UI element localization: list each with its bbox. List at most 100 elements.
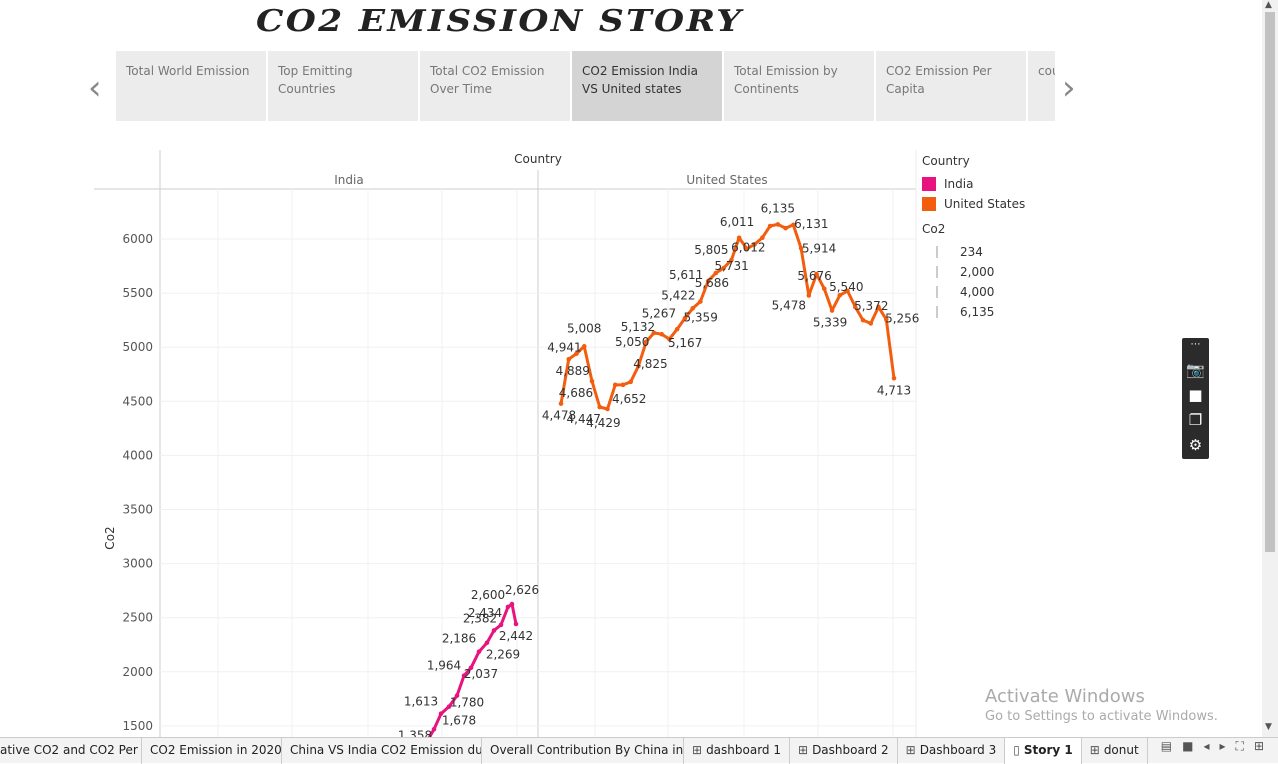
video-icon[interactable]: ■ — [1182, 383, 1209, 408]
sheet-tab-story-1[interactable]: ▯ Story 1 — [1005, 737, 1082, 764]
y-tick-label: 1500 — [122, 719, 153, 733]
story-icon: ▯ — [1013, 742, 1020, 757]
india-point — [509, 601, 515, 607]
legend-item-united-states[interactable]: United States — [922, 194, 1025, 214]
line-chart[interactable]: Country India United States 1500 2000 2500 300… — [0, 140, 920, 737]
data-label-india: 1,358 — [398, 728, 432, 737]
sheet-tab[interactable]: Overall Contribution By China in ... — [482, 737, 684, 764]
gear-icon[interactable]: ⚙ — [1182, 433, 1209, 458]
data-label-india: 2,442 — [499, 629, 533, 643]
size-legend-item: 6,135 — [960, 305, 995, 319]
united-states-point — [581, 344, 587, 349]
y-tick-label: 4500 — [122, 394, 153, 408]
legend: Country India United States Co2 234 2,00… — [922, 154, 1025, 322]
size-legend-item: 234 — [960, 245, 983, 259]
sheet-tab-dashboard-3[interactable]: ⊞ Dashboard 3 — [898, 737, 1006, 764]
data-label-us: 6,011 — [720, 215, 754, 229]
data-label-india: 2,626 — [505, 583, 539, 597]
more-icon[interactable]: ⋯ — [1182, 338, 1209, 358]
sheet-tab-dashboard-2[interactable]: ⊞ Dashboard 2 — [790, 737, 898, 764]
story-point-india-vs-us[interactable]: CO2 Emission India VS United states — [572, 51, 722, 121]
data-label-us: 5,731 — [714, 259, 748, 273]
data-label-india: 1,964 — [427, 659, 461, 673]
dashboard-icon: ⊞ — [798, 742, 809, 757]
sheet-tab[interactable]: China VS India CO2 Emission du... — [282, 737, 482, 764]
story-point-per-capita[interactable]: CO2 Emission Per Capita — [876, 51, 1026, 121]
y-tick-label: 2000 — [122, 665, 153, 679]
chevron-right-icon[interactable]: › — [1062, 68, 1076, 108]
united-states-point — [783, 225, 788, 231]
toolbox: ⋯ 📷 ■ ❐ ⚙ — [1182, 338, 1209, 459]
data-label-us: 4,686 — [559, 386, 593, 400]
sheet-tab[interactable]: ative CO2 and CO2 Per ... — [0, 737, 142, 764]
page-title: CO2 EMISSION STORY — [256, 4, 744, 39]
y-tick-label: 6000 — [122, 232, 153, 246]
y-tick-label: 3500 — [122, 503, 153, 517]
size-legend-item: 2,000 — [960, 265, 995, 279]
legend-item-india[interactable]: India — [922, 174, 1025, 194]
data-label-us: 5,914 — [802, 241, 836, 255]
sheet-tab-dashboard-1[interactable]: ⊞ dashboard 1 — [684, 737, 790, 764]
scroll-down-icon[interactable]: ▼ — [1265, 722, 1272, 732]
united-states-point — [558, 401, 564, 406]
story-point-continents[interactable]: Total Emission by Continents — [724, 51, 874, 121]
data-label-us: 5,167 — [668, 336, 702, 350]
data-label-us: 5,256 — [885, 312, 919, 326]
story-point-partial[interactable]: cou — [1028, 51, 1055, 121]
scrollbar-thumb[interactable] — [1265, 12, 1275, 552]
camera-icon[interactable]: 📷 — [1182, 358, 1209, 383]
data-label-us: 5,540 — [829, 280, 863, 294]
united-states-point — [860, 317, 866, 323]
united-states-point — [868, 321, 874, 326]
united-states-point — [806, 293, 812, 298]
story-navigator: Total World Emission Top Emitting Countr… — [116, 51, 1055, 121]
united-states-point — [736, 235, 742, 241]
y-tick-label: 3000 — [122, 557, 153, 571]
data-label-us: 6,135 — [761, 201, 795, 215]
fit-icon[interactable]: ⛶ — [1236, 739, 1244, 754]
dashboard-icon: ⊞ — [692, 742, 703, 757]
united-states-point — [589, 378, 595, 384]
data-label-us: 5,422 — [661, 289, 695, 303]
india-point — [484, 640, 490, 645]
story-point-total-world-emission[interactable]: Total World Emission — [116, 51, 266, 121]
panel-label-us: United States — [686, 173, 767, 187]
y-axis-label: Co2 — [103, 526, 117, 549]
data-label-india: 2,037 — [464, 667, 498, 681]
size-legend-title: Co2 — [922, 222, 946, 236]
vertical-scrollbar[interactable]: ▲ ▼ — [1262, 0, 1278, 740]
view-controls: ▤ ■ ◂ ▸ ⛶ ⊞ — [1161, 739, 1264, 754]
story-point-total-co2-over-time[interactable]: Total CO2 Emission Over Time — [420, 51, 570, 121]
united-states-point — [659, 331, 664, 337]
india-point — [513, 621, 519, 627]
show-filmstrip-icon[interactable]: ■ — [1182, 739, 1193, 754]
united-states-point — [612, 382, 618, 388]
data-label-us: 5,676 — [797, 269, 831, 283]
legend-title: Country — [922, 154, 970, 168]
chevron-left-icon[interactable]: ‹ — [88, 68, 102, 108]
data-label-india: 1,678 — [442, 714, 476, 728]
watermark-line2: Go to Settings to activate Windows. — [985, 709, 1218, 724]
window-icon[interactable]: ❐ — [1182, 408, 1209, 433]
sheet-tab[interactable]: CO2 Emission in 2020 — [142, 737, 282, 764]
story-point-top-emitting-countries[interactable]: Top Emitting Countries — [268, 51, 418, 121]
data-label-us: 4,889 — [556, 364, 590, 378]
data-label-us: 6,131 — [794, 217, 828, 231]
legend-swatch-us — [922, 197, 936, 211]
sheet-tab-bar: ative CO2 and CO2 Per ... CO2 Emission i… — [0, 737, 1278, 764]
united-states-point — [698, 299, 703, 304]
scroll-up-icon[interactable]: ▲ — [1265, 0, 1272, 10]
united-states-point — [628, 379, 633, 385]
activation-watermark: Activate Windows Go to Settings to activ… — [985, 686, 1218, 724]
y-tick-label: 2500 — [122, 611, 153, 625]
grid-icon[interactable]: ⊞ — [1254, 739, 1264, 754]
data-label-india: 1,780 — [450, 696, 484, 710]
united-states-point — [605, 406, 610, 412]
show-sheet-sorter-icon[interactable]: ▤ — [1161, 739, 1172, 754]
united-states-point — [775, 222, 781, 227]
first-sheet-icon[interactable]: ◂ — [1203, 739, 1209, 754]
next-sheet-icon[interactable]: ▸ — [1220, 739, 1226, 754]
sheet-tab-donut[interactable]: ⊞ donut — [1082, 737, 1148, 764]
india-point — [498, 622, 504, 628]
size-legend: 234 2,000 4,000 6,135 — [922, 242, 1025, 322]
